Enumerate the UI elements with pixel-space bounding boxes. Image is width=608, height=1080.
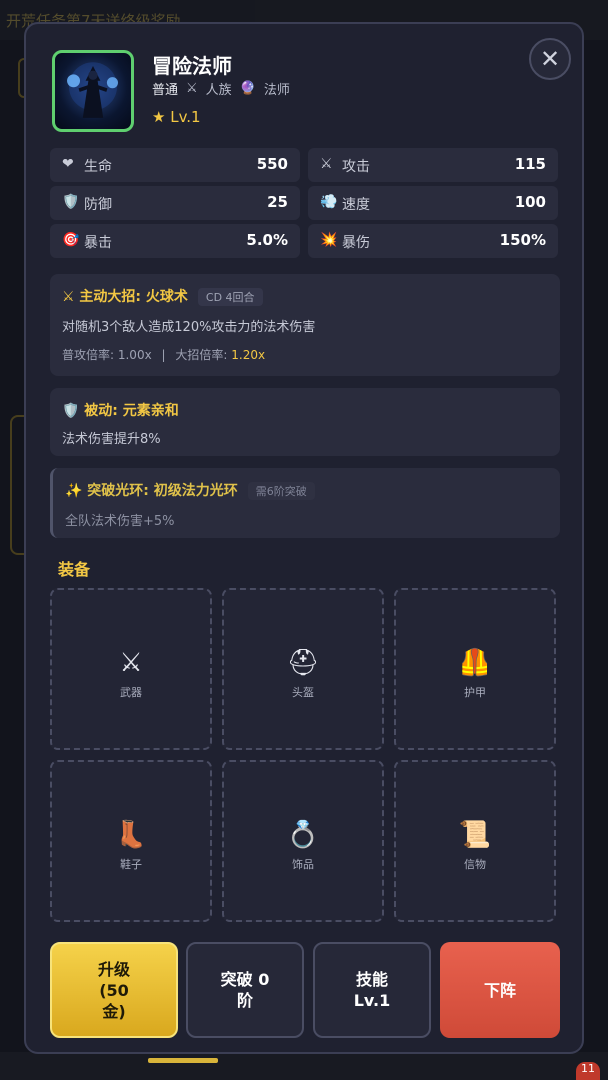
aura-title: ✨ 突破光环: 初级法力光环 需6阶突破 xyxy=(65,480,315,500)
hero-detail-modal: 冒险法师 普通 ⚔ 人族 🔮 法师 ★ Lv.1 ✕ ❤ 生命 550 ⚔ 攻击… xyxy=(24,22,584,1054)
breakthrough-aura-card: ✨ 突破光环: 初级法力光环 需6阶突破 全队法术伤害+5% xyxy=(50,468,560,538)
passive-skill-description: 法术伤害提升8% xyxy=(62,432,161,447)
hero-race: 人族 xyxy=(205,83,232,98)
passive-skill-title: 🛡️ 被动: 元素亲和 xyxy=(62,403,179,419)
boot-icon: 👢 xyxy=(114,820,148,850)
stat-label: 暴伤 xyxy=(342,235,370,251)
hero-meta: 普通 ⚔ 人族 🔮 法师 xyxy=(152,79,290,98)
upgrade-button[interactable]: 升级 (50 金) xyxy=(50,942,178,1038)
vest-icon: 🦺 xyxy=(458,648,492,678)
crystal-ball-icon: 🔮 xyxy=(239,81,256,96)
close-icon: ✕ xyxy=(539,45,561,73)
passive-skill-card: 🛡️ 被动: 元素亲和 法术伤害提升8% xyxy=(50,388,560,456)
stat-crit-damage: 💥 暴伤 150% xyxy=(308,224,558,258)
stat-value: 25 xyxy=(267,193,288,211)
slot-label: 武器 xyxy=(120,686,142,699)
ult-ratio-value: 1.20x xyxy=(231,348,266,362)
equip-slot-weapon[interactable]: ⚔ 武器 xyxy=(50,588,212,750)
breakthrough-label: 突破 0 阶 xyxy=(220,970,270,1010)
notification-badge: 11 xyxy=(576,1062,600,1080)
stat-value: 150% xyxy=(499,231,546,249)
stat-value: 115 xyxy=(514,155,546,173)
equip-slot-boots[interactable]: 👢 鞋子 xyxy=(50,760,212,922)
stat-label: 速度 xyxy=(342,197,370,213)
sword-icon: ⚔ xyxy=(119,648,143,678)
ult-ratio-label: 大招倍率: xyxy=(175,348,232,362)
scroll-icon: 📜 xyxy=(458,820,492,850)
breakthrough-button[interactable]: 突破 0 阶 xyxy=(186,942,304,1038)
stat-attack: ⚔ 攻击 115 xyxy=(308,148,558,182)
stat-label: 防御 xyxy=(84,197,112,213)
hero-avatar xyxy=(52,50,134,132)
aura-requirement: 需6阶突破 xyxy=(247,482,315,500)
equip-slot-armor[interactable]: 🦺 护甲 xyxy=(394,588,556,750)
ring-icon: 💍 xyxy=(286,820,320,850)
crossed-swords-icon: ⚔ xyxy=(320,156,333,172)
stat-label: 暴击 xyxy=(84,235,112,251)
close-button[interactable]: ✕ xyxy=(529,38,571,80)
upgrade-label: 升级 (50 金) xyxy=(97,959,130,1021)
hero-name: 冒险法师 xyxy=(152,54,232,78)
stat-speed: 💨 速度 100 xyxy=(308,186,558,220)
aura-description: 全队法术伤害+5% xyxy=(65,514,175,529)
active-skill-card: ⚔ 主动大招: 火球术 CD 4回合 对随机3个敌人造成120%攻击力的法术伤害 … xyxy=(50,274,560,376)
stat-value: 100 xyxy=(514,193,546,211)
heart-icon: ❤ xyxy=(62,156,74,172)
remove-from-team-button[interactable]: 下阵 xyxy=(440,942,560,1038)
active-skill-name: ⚔ 主动大招: 火球术 xyxy=(62,289,188,305)
background-tab-indicator xyxy=(148,1058,218,1063)
hero-rarity: 普通 xyxy=(152,83,179,98)
hero-level: ★ Lv.1 xyxy=(152,108,201,126)
slot-label: 信物 xyxy=(464,858,486,871)
slot-label: 饰品 xyxy=(292,858,314,871)
stat-crit: 🎯 暴击 5.0% xyxy=(50,224,300,258)
cooldown-badge: CD 4回合 xyxy=(197,288,263,306)
wind-icon: 💨 xyxy=(320,194,338,210)
equipment-title: 装备 xyxy=(58,560,91,579)
stat-defense: 🛡️ 防御 25 xyxy=(50,186,300,220)
equip-slot-helmet[interactable]: ⛑ 头盔 xyxy=(222,588,384,750)
remove-label: 下阵 xyxy=(483,980,516,1000)
hero-class: 法师 xyxy=(263,83,290,98)
skill-button[interactable]: 技能 Lv.1 xyxy=(313,942,431,1038)
shield-icon: 🛡️ xyxy=(62,194,80,210)
helmet-icon: ⛑ xyxy=(286,648,320,678)
aura-name: ✨ 突破光环: 初级法力光环 xyxy=(65,483,238,499)
active-skill-description: 对随机3个敌人造成120%攻击力的法术伤害 xyxy=(62,320,316,335)
stat-label: 生命 xyxy=(84,159,112,175)
crossed-swords-icon: ⚔ xyxy=(186,81,198,96)
stat-label: 攻击 xyxy=(342,159,370,175)
explosion-icon: 💥 xyxy=(320,232,338,248)
background-bottom-bar xyxy=(0,1052,608,1080)
ratio-separator: | xyxy=(161,348,166,362)
active-skill-title: ⚔ 主动大招: 火球术 CD 4回合 xyxy=(62,286,263,306)
skill-ratio-line: 普攻倍率: 1.00x | 大招倍率: 1.20x xyxy=(62,346,265,363)
normal-attack-ratio: 普攻倍率: 1.00x xyxy=(62,348,152,362)
slot-label: 护甲 xyxy=(464,686,486,699)
slot-label: 头盔 xyxy=(292,686,314,699)
slot-label: 鞋子 xyxy=(120,858,142,871)
skill-label: 技能 Lv.1 xyxy=(353,970,391,1010)
target-icon: 🎯 xyxy=(62,232,80,248)
equip-slot-token[interactable]: 📜 信物 xyxy=(394,760,556,922)
mage-portrait-icon xyxy=(67,62,119,118)
equip-slot-accessory[interactable]: 💍 饰品 xyxy=(222,760,384,922)
stat-value: 550 xyxy=(256,155,288,173)
stat-hp: ❤ 生命 550 xyxy=(50,148,300,182)
stat-value: 5.0% xyxy=(246,231,288,249)
